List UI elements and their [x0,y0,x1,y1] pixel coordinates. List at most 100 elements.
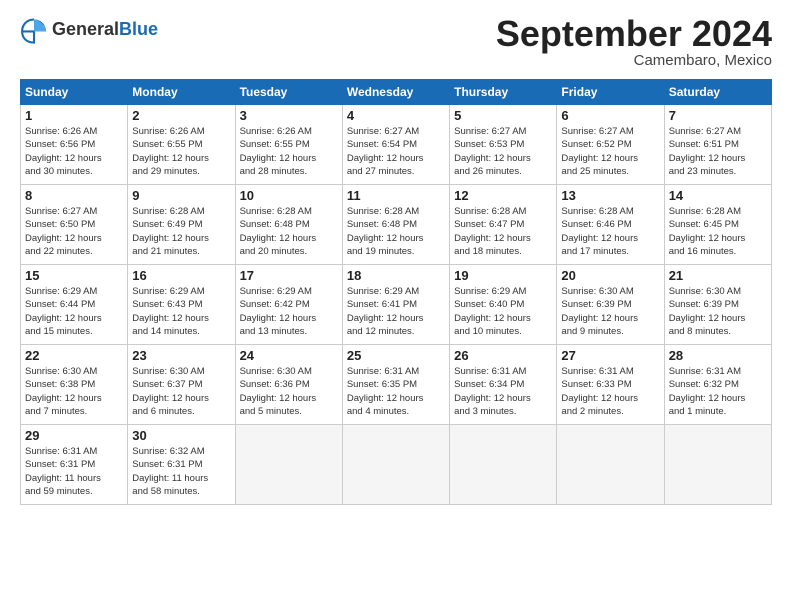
calendar-week-row: 29 Sunrise: 6:31 AMSunset: 6:31 PMDayligh… [21,425,772,505]
table-row: 14 Sunrise: 6:28 AMSunset: 6:45 PMDayligh… [664,185,771,265]
day-info: Sunrise: 6:32 AMSunset: 6:31 PMDaylight:… [132,445,230,498]
day-number: 4 [347,108,445,123]
day-info: Sunrise: 6:29 AMSunset: 6:40 PMDaylight:… [454,285,552,338]
day-number: 6 [561,108,659,123]
day-number: 5 [454,108,552,123]
day-number: 29 [25,428,123,443]
day-number: 16 [132,268,230,283]
day-number: 9 [132,188,230,203]
day-number: 20 [561,268,659,283]
day-info: Sunrise: 6:26 AMSunset: 6:55 PMDaylight:… [132,125,230,178]
day-info: Sunrise: 6:30 AMSunset: 6:39 PMDaylight:… [561,285,659,338]
month-title: September 2024 [496,16,772,52]
day-number: 26 [454,348,552,363]
table-row: 23Sunrise: 6:30 AMSunset: 6:37 PMDayligh… [128,345,235,425]
day-number: 11 [347,188,445,203]
day-number: 14 [669,188,767,203]
table-row [664,425,771,505]
table-row: 15 Sunrise: 6:29 AMSunset: 6:44 PMDayligh… [21,265,128,345]
table-row: 12 Sunrise: 6:28 AMSunset: 6:47 PMDayligh… [450,185,557,265]
day-number: 27 [561,348,659,363]
day-info: Sunrise: 6:31 AMSunset: 6:31 PMDaylight:… [25,445,123,498]
day-number: 17 [240,268,338,283]
day-info: Sunrise: 6:26 AMSunset: 6:56 PMDaylight:… [25,125,123,178]
day-info: Sunrise: 6:29 AMSunset: 6:41 PMDaylight:… [347,285,445,338]
table-row: 1 Sunrise: 6:26 AMSunset: 6:56 PMDaylight… [21,105,128,185]
table-row: 21 Sunrise: 6:30 AMSunset: 6:39 PMDayligh… [664,265,771,345]
day-info: Sunrise: 6:27 AMSunset: 6:54 PMDaylight:… [347,125,445,178]
table-row: 7Sunrise: 6:27 AMSunset: 6:51 PMDaylight… [664,105,771,185]
day-number: 1 [25,108,123,123]
day-info: Sunrise: 6:27 AMSunset: 6:50 PMDaylight:… [25,205,123,258]
logo-general: General [52,20,119,40]
day-info: Sunrise: 6:31 AMSunset: 6:35 PMDaylight:… [347,365,445,418]
table-row: 29 Sunrise: 6:31 AMSunset: 6:31 PMDayligh… [21,425,128,505]
day-number: 8 [25,188,123,203]
logo: GeneralBlue [20,16,158,44]
day-info: Sunrise: 6:30 AMSunset: 6:37 PMDaylight:… [132,365,230,418]
day-number: 28 [669,348,767,363]
title-block: September 2024 Camembaro, Mexico [496,16,772,69]
table-row: 28Sunrise: 6:31 AMSunset: 6:32 PMDayligh… [664,345,771,425]
day-info: Sunrise: 6:30 AMSunset: 6:38 PMDaylight:… [25,365,123,418]
day-number: 2 [132,108,230,123]
table-row: 25Sunrise: 6:31 AMSunset: 6:35 PMDayligh… [342,345,449,425]
logo-text: GeneralBlue [52,20,158,40]
calendar-week-row: 8 Sunrise: 6:27 AMSunset: 6:50 PMDaylight… [21,185,772,265]
day-number: 19 [454,268,552,283]
day-info: Sunrise: 6:29 AMSunset: 6:43 PMDaylight:… [132,285,230,338]
calendar: Sunday Monday Tuesday Wednesday Thursday… [20,79,772,505]
day-number: 22 [25,348,123,363]
header-monday: Monday [128,80,235,105]
header: GeneralBlue September 2024 Camembaro, Me… [20,16,772,69]
calendar-header-row: Sunday Monday Tuesday Wednesday Thursday… [21,80,772,105]
day-number: 18 [347,268,445,283]
table-row: 27 Sunrise: 6:31 AMSunset: 6:33 PMDayligh… [557,345,664,425]
day-number: 24 [240,348,338,363]
table-row: 3Sunrise: 6:26 AMSunset: 6:55 PMDaylight… [235,105,342,185]
day-info: Sunrise: 6:28 AMSunset: 6:48 PMDaylight:… [240,205,338,258]
day-info: Sunrise: 6:30 AMSunset: 6:36 PMDaylight:… [240,365,338,418]
table-row [450,425,557,505]
table-row: 8 Sunrise: 6:27 AMSunset: 6:50 PMDaylight… [21,185,128,265]
logo-blue: Blue [119,20,158,40]
table-row [557,425,664,505]
day-info: Sunrise: 6:28 AMSunset: 6:46 PMDaylight:… [561,205,659,258]
table-row: 22 Sunrise: 6:30 AMSunset: 6:38 PMDayligh… [21,345,128,425]
location: Camembaro, Mexico [496,52,772,69]
calendar-week-row: 15 Sunrise: 6:29 AMSunset: 6:44 PMDayligh… [21,265,772,345]
table-row: 30Sunrise: 6:32 AMSunset: 6:31 PMDayligh… [128,425,235,505]
day-info: Sunrise: 6:28 AMSunset: 6:48 PMDaylight:… [347,205,445,258]
day-number: 13 [561,188,659,203]
day-info: Sunrise: 6:30 AMSunset: 6:39 PMDaylight:… [669,285,767,338]
table-row: 18 Sunrise: 6:29 AMSunset: 6:41 PMDayligh… [342,265,449,345]
table-row: 9 Sunrise: 6:28 AMSunset: 6:49 PMDaylight… [128,185,235,265]
header-thursday: Thursday [450,80,557,105]
page: GeneralBlue September 2024 Camembaro, Me… [0,0,792,612]
calendar-week-row: 22 Sunrise: 6:30 AMSunset: 6:38 PMDayligh… [21,345,772,425]
table-row: 10Sunrise: 6:28 AMSunset: 6:48 PMDayligh… [235,185,342,265]
header-saturday: Saturday [664,80,771,105]
table-row: 17 Sunrise: 6:29 AMSunset: 6:42 PMDayligh… [235,265,342,345]
table-row: 4 Sunrise: 6:27 AMSunset: 6:54 PMDaylight… [342,105,449,185]
day-info: Sunrise: 6:29 AMSunset: 6:44 PMDaylight:… [25,285,123,338]
table-row: 5Sunrise: 6:27 AMSunset: 6:53 PMDaylight… [450,105,557,185]
day-info: Sunrise: 6:26 AMSunset: 6:55 PMDaylight:… [240,125,338,178]
logo-icon [20,16,48,44]
day-number: 12 [454,188,552,203]
header-friday: Friday [557,80,664,105]
day-info: Sunrise: 6:27 AMSunset: 6:52 PMDaylight:… [561,125,659,178]
day-number: 15 [25,268,123,283]
day-number: 7 [669,108,767,123]
table-row: 24 Sunrise: 6:30 AMSunset: 6:36 PMDayligh… [235,345,342,425]
table-row: 2 Sunrise: 6:26 AMSunset: 6:55 PMDaylight… [128,105,235,185]
day-info: Sunrise: 6:31 AMSunset: 6:33 PMDaylight:… [561,365,659,418]
day-info: Sunrise: 6:28 AMSunset: 6:47 PMDaylight:… [454,205,552,258]
day-info: Sunrise: 6:29 AMSunset: 6:42 PMDaylight:… [240,285,338,338]
header-wednesday: Wednesday [342,80,449,105]
day-number: 21 [669,268,767,283]
table-row: 19 Sunrise: 6:29 AMSunset: 6:40 PMDayligh… [450,265,557,345]
day-info: Sunrise: 6:28 AMSunset: 6:45 PMDaylight:… [669,205,767,258]
day-info: Sunrise: 6:28 AMSunset: 6:49 PMDaylight:… [132,205,230,258]
table-row: 6 Sunrise: 6:27 AMSunset: 6:52 PMDaylight… [557,105,664,185]
